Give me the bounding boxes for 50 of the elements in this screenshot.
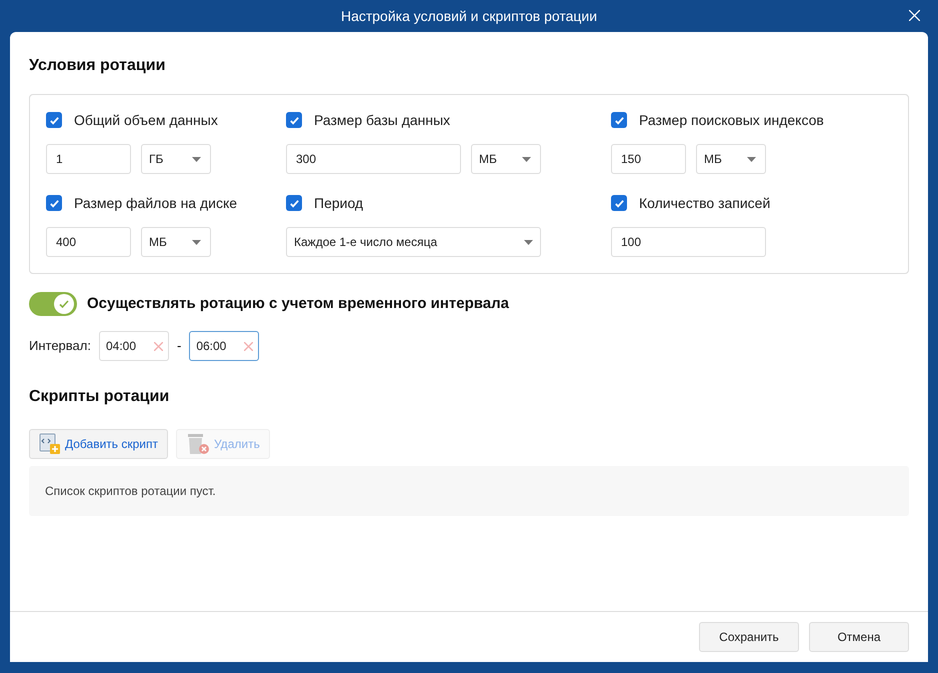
close-icon[interactable] <box>909 10 920 21</box>
add-script-button[interactable]: Добавить скрипт <box>29 429 168 459</box>
toggle-switch[interactable] <box>29 292 77 316</box>
value-field[interactable]: 400 <box>46 227 131 257</box>
value-field[interactable]: 150 <box>611 144 686 174</box>
cancel-button[interactable]: Отмена <box>809 622 909 652</box>
check-icon <box>48 198 60 208</box>
section-title: Скрипты ротации <box>29 387 170 407</box>
unit-select[interactable]: МБ <box>471 144 541 174</box>
window-title: Настройка условий и скриптов ротации <box>340 6 598 26</box>
trash-delete-icon <box>186 433 210 455</box>
caret-icon <box>747 156 756 162</box>
condition-label: Количество записей <box>639 194 770 212</box>
checkbox[interactable] <box>46 112 62 128</box>
check-icon <box>614 198 624 208</box>
toggle-label: Осуществлять ротацию с учетом временного интервала <box>87 294 510 314</box>
script-add-icon <box>39 433 61 455</box>
save-button[interactable]: Сохранить <box>699 622 799 652</box>
condition-label: Размер файлов на диске <box>74 194 238 213</box>
caret-icon <box>522 156 531 162</box>
check-icon <box>288 198 300 208</box>
checkbox[interactable] <box>611 195 627 211</box>
section-title: Условия ротации <box>29 56 166 74</box>
period-select[interactable]: Каждое 1-е число месяца <box>286 227 541 257</box>
checkbox[interactable] <box>286 195 302 211</box>
time-field[interactable]: 06:00 <box>189 331 260 361</box>
condition-label: Размер базы данных <box>314 110 450 130</box>
check-icon <box>614 114 624 126</box>
empty-message: Список скриптов ротации пуст. <box>45 483 216 500</box>
condition-label: Период <box>314 194 364 213</box>
unit-select[interactable]: ГБ <box>141 144 211 174</box>
check-icon <box>58 298 70 310</box>
check-icon <box>288 114 300 126</box>
checkbox[interactable] <box>286 112 302 128</box>
caret-icon <box>192 240 201 244</box>
checkbox[interactable] <box>46 195 62 211</box>
value-field[interactable]: 100 <box>611 227 766 257</box>
condition-label: Общий объем данных <box>74 110 218 130</box>
range-separator: - <box>176 337 182 356</box>
unit-select[interactable]: МБ <box>696 144 766 174</box>
value-field[interactable]: 300 <box>286 144 461 174</box>
caret-icon <box>524 240 533 244</box>
time-field[interactable]: 04:00 <box>98 331 169 361</box>
value-field[interactable]: 1 <box>46 144 131 174</box>
checkbox[interactable] <box>611 112 627 128</box>
check-icon <box>48 114 60 126</box>
caret-icon <box>192 156 201 162</box>
interval-label: Интервал: <box>29 337 91 356</box>
condition-label: Размер поисковых индексов <box>639 110 824 130</box>
unit-select[interactable]: МБ <box>141 227 211 257</box>
